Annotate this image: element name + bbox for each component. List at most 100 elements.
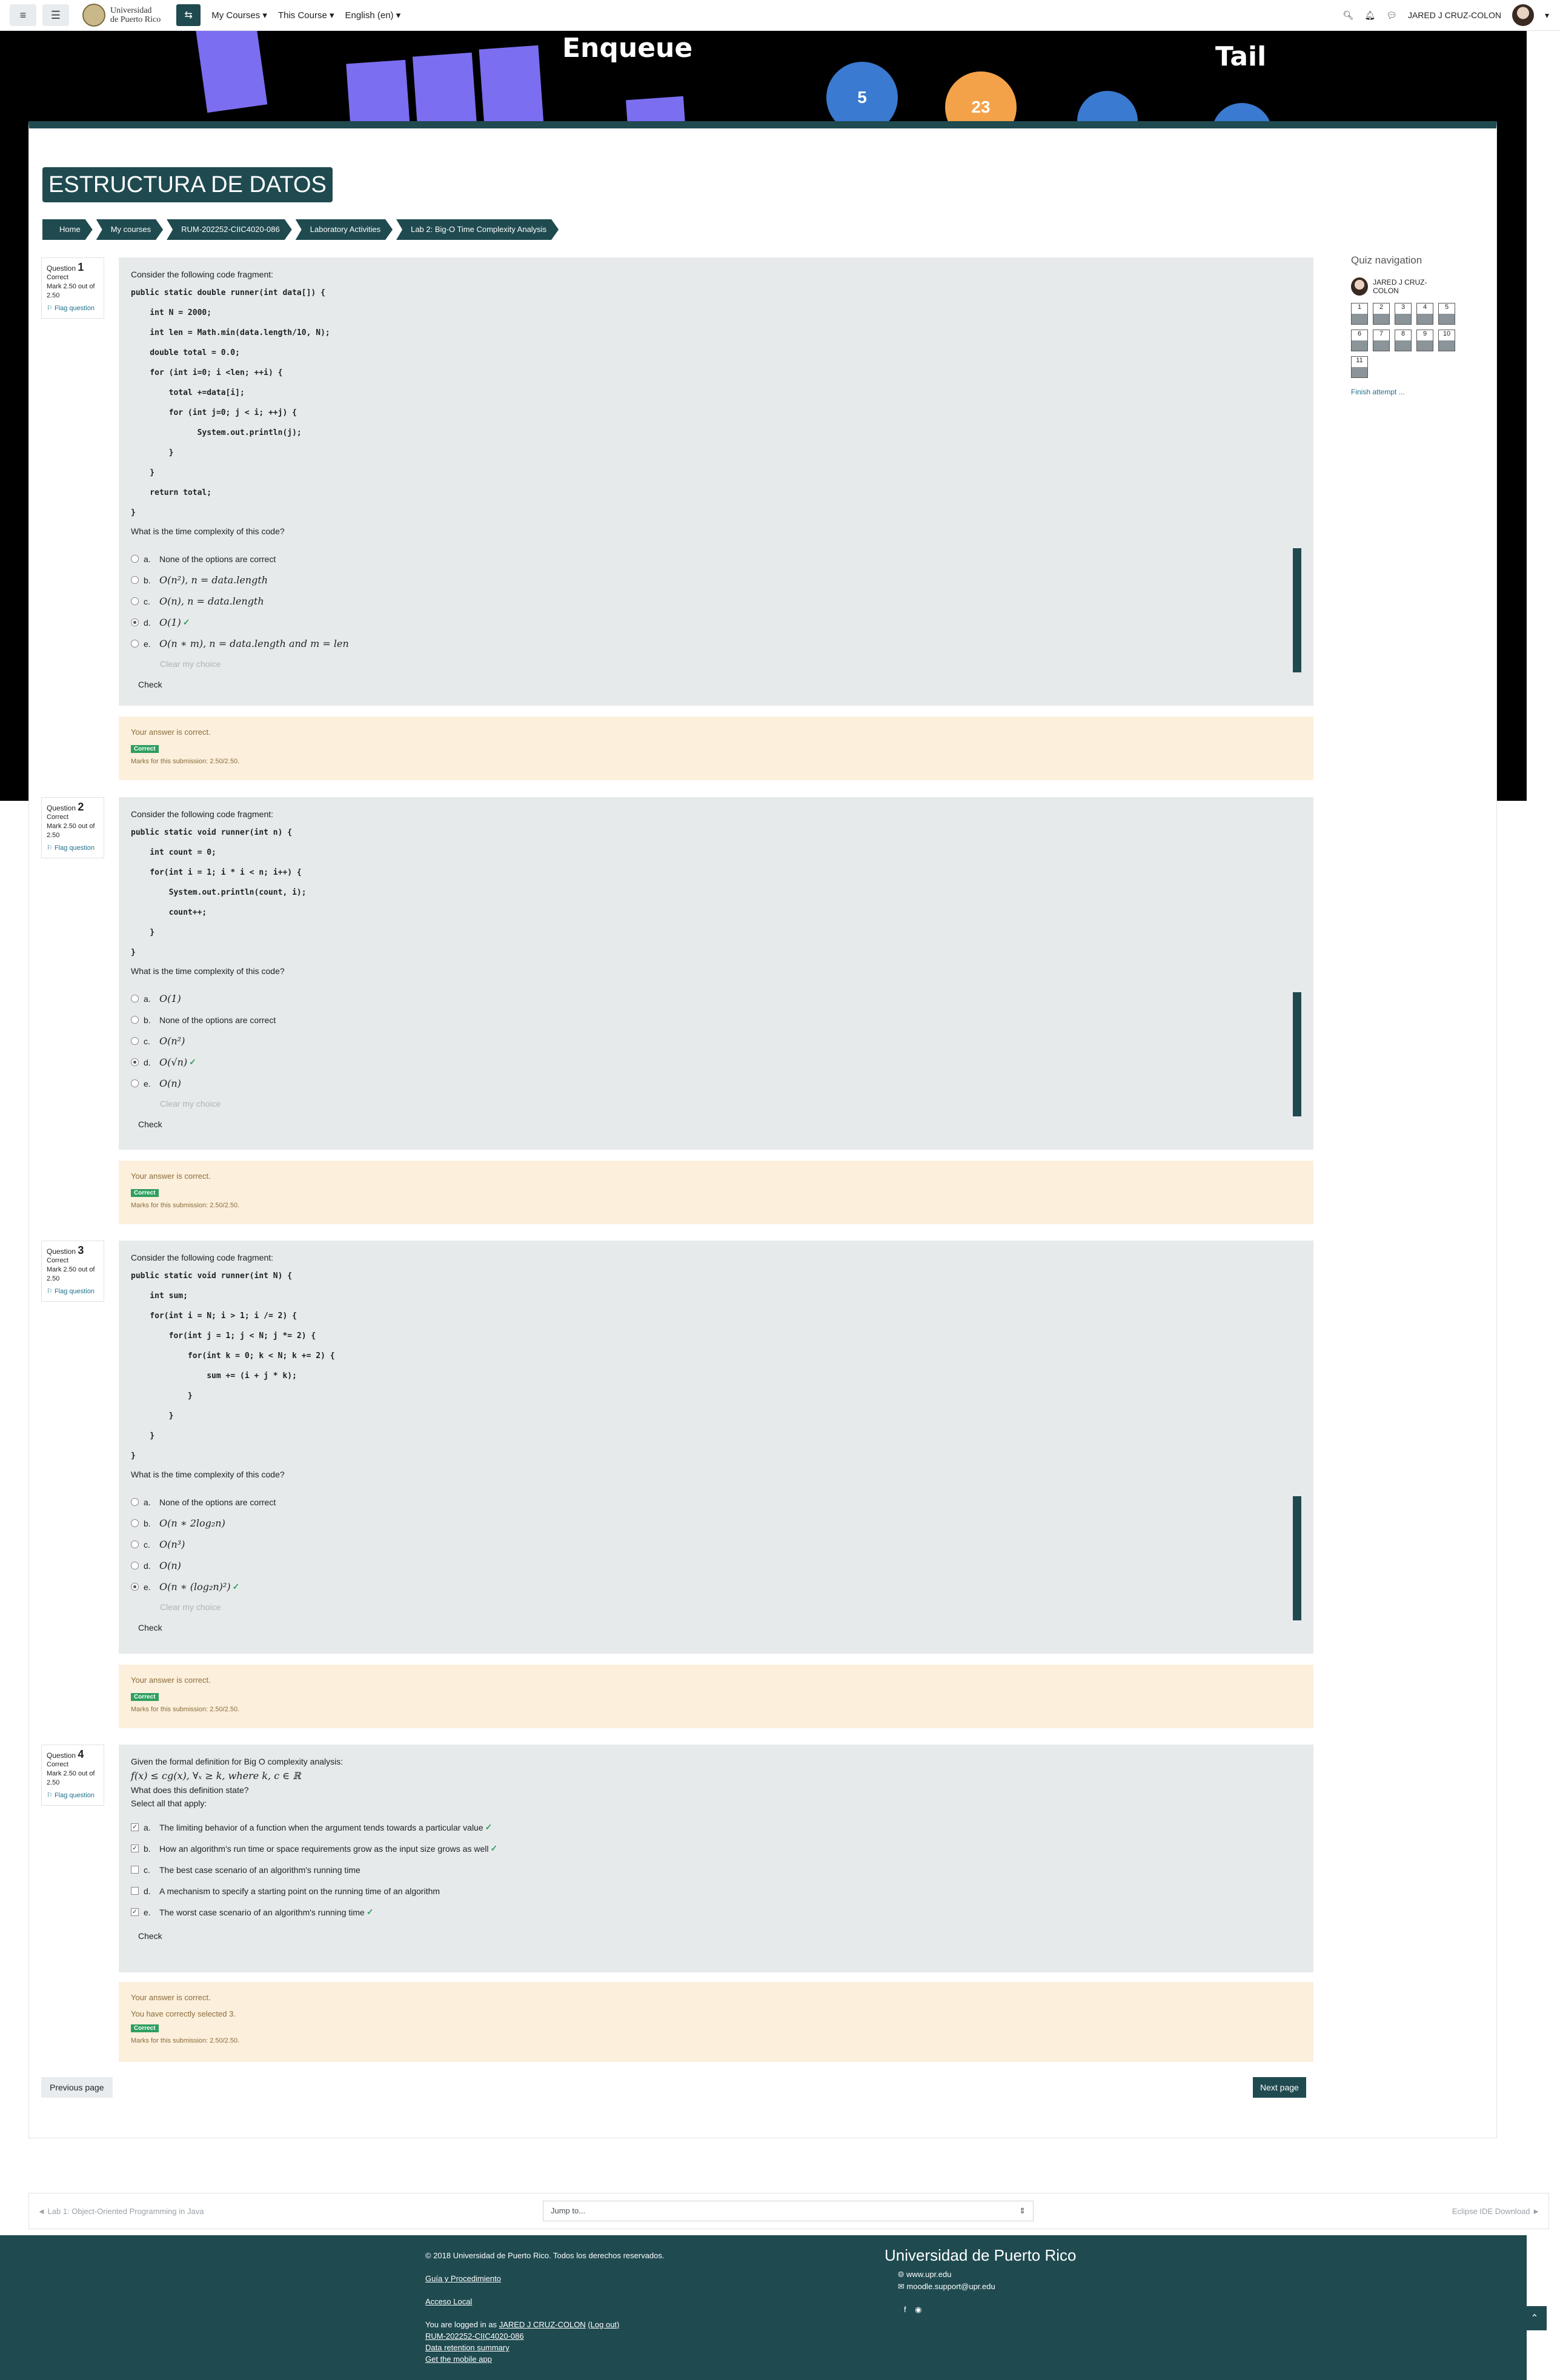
answer-option[interactable]: b. O(n ∗ 2log₂n) [131,1513,1301,1534]
guia-link[interactable]: Guía y Procedimiento [425,2274,501,2283]
answer-option[interactable]: d. O(1) ✓ [131,612,1301,633]
drawer-toggle-icon[interactable]: ⇆ [176,4,201,26]
scrollbar[interactable] [1293,548,1301,672]
course-link[interactable]: RUM-202252-CIIC4020-086 [425,2332,524,2341]
facebook-icon[interactable]: f [904,2305,906,2314]
flag-question[interactable]: ⚐ Flag question [47,1791,99,1800]
chat-icon[interactable]: 💬︎ [1386,10,1397,21]
answer-option[interactable]: b. O(n²), n = data.length [131,569,1301,591]
globe-icon[interactable]: ◉ [915,2305,921,2314]
check-button[interactable]: Check [138,1623,1301,1633]
question-nav-button[interactable]: 4 [1416,303,1433,325]
breadcrumb-home[interactable]: Home [42,219,93,240]
data-retention-link[interactable]: Data retention summary [425,2343,509,2352]
answer-option[interactable]: d. O(n) [131,1555,1301,1576]
user-name[interactable]: JARED J CRUZ-COLON [1408,10,1501,20]
answer-option[interactable]: ✓ e. The worst case scenario of an algorit… [131,1901,1301,1923]
question-nav-button[interactable]: 6 [1351,330,1368,351]
radio-button-selected[interactable] [131,1058,139,1066]
question-nav-button[interactable]: 7 [1373,330,1390,351]
radio-button[interactable] [131,1519,139,1527]
menu-icon[interactable]: ≡ [10,4,36,26]
clear-choice-link[interactable]: Clear my choice [160,1597,1301,1617]
answer-option[interactable]: e. O(n ∗ (log₂n)²) ✓ [131,1576,1301,1597]
radio-button[interactable] [131,1540,139,1548]
checkbox-checked[interactable]: ✓ [131,1908,139,1916]
question-nav-button[interactable]: 10 [1438,330,1455,351]
scrollbar[interactable] [1293,1496,1301,1620]
radio-button[interactable] [131,995,139,1003]
question-nav-button[interactable]: 9 [1416,330,1433,351]
answer-option[interactable]: c. O(n), n = data.length [131,591,1301,612]
answer-option[interactable]: c. The best case scenario of an algorithm… [131,1859,1301,1880]
site-logo[interactable]: Universidad de Puerto Rico [82,4,161,27]
radio-button[interactable] [131,1562,139,1570]
answer-option[interactable]: ✓ a. The limiting behavior of a function w… [131,1817,1301,1838]
question-nav-button[interactable]: 8 [1395,330,1412,351]
answer-option[interactable]: b. None of the options are correct [131,1009,1301,1030]
support-email-link[interactable]: moodle.support@upr.edu [907,2282,995,2291]
user-profile-link[interactable]: JARED J CRUZ-COLON [499,2320,586,2329]
checkbox-checked[interactable]: ✓ [131,1845,139,1852]
this-course-menu[interactable]: This Course ▾ [278,10,334,21]
radio-button[interactable] [131,1079,139,1087]
answer-option[interactable]: a. O(1) [131,988,1301,1009]
next-page-button[interactable]: Next page [1253,2077,1306,2098]
flag-question[interactable]: ⚐ Flag question [47,844,99,853]
answer-option[interactable]: a. None of the options are correct [131,548,1301,569]
answer-option[interactable]: a. None of the options are correct [131,1491,1301,1513]
scrollbar[interactable] [1293,992,1301,1116]
answer-option[interactable]: d. O(√n) ✓ [131,1052,1301,1073]
logout-link[interactable]: (Log out) [588,2320,619,2329]
bell-icon[interactable]: 🔔︎ [1364,10,1375,21]
radio-button[interactable] [131,1037,139,1045]
chevron-down-icon[interactable]: ▾ [1545,10,1549,21]
question-nav-button[interactable]: 2 [1373,303,1390,325]
answer-option[interactable]: c. O(n²) [131,1030,1301,1052]
checkbox[interactable] [131,1866,139,1874]
breadcrumb-course[interactable]: RUM-202252-CIIC4020-086 [167,219,292,240]
next-activity-link[interactable]: Eclipse IDE Download ► [1452,2207,1540,2216]
breadcrumb-section[interactable]: Laboratory Activities [296,219,393,240]
check-button[interactable]: Check [138,680,1301,689]
radio-button[interactable] [131,640,139,648]
radio-button[interactable] [131,555,139,563]
answer-option[interactable]: e. O(n ∗ m), n = data.length and m = len [131,633,1301,654]
breadcrumb-quiz[interactable]: Lab 2: Big-O Time Complexity Analysis [396,219,559,240]
radio-button-selected[interactable] [131,618,139,626]
question-nav-button[interactable]: 11 [1351,356,1368,378]
flag-question[interactable]: ⚐ Flag question [47,1287,99,1296]
check-button[interactable]: Check [138,1119,1301,1129]
finish-attempt-link[interactable]: Finish attempt ... [1351,388,1448,396]
search-icon[interactable]: 🔍︎ [1343,10,1354,21]
question-nav-button[interactable]: 1 [1351,303,1368,325]
previous-activity-link[interactable]: ◄ Lab 1: Object-Oriented Programming in … [38,2207,204,2216]
answer-option[interactable]: c. O(n³) [131,1534,1301,1555]
sidebar-menu-icon[interactable]: ☰ [42,4,69,26]
avatar[interactable] [1512,4,1534,26]
flag-question[interactable]: ⚐ Flag question [47,304,99,313]
language-menu[interactable]: English (en) ▾ [345,10,401,21]
breadcrumb-my-courses[interactable]: My courses [96,219,163,240]
radio-button[interactable] [131,597,139,605]
my-courses-menu[interactable]: My Courses ▾ [211,10,267,21]
website-link[interactable]: www.upr.edu [906,2270,951,2279]
answer-option[interactable]: ✓ b. How an algorithm's run time or space … [131,1838,1301,1859]
answer-option[interactable]: e. O(n) [131,1073,1301,1094]
question-nav-button[interactable]: 3 [1395,303,1412,325]
radio-button[interactable] [131,1498,139,1506]
acceso-link[interactable]: Acceso Local [425,2297,472,2306]
checkbox-checked[interactable]: ✓ [131,1823,139,1831]
mobile-app-link[interactable]: Get the mobile app [425,2355,492,2364]
previous-page-button[interactable]: Previous page [41,2077,113,2098]
jump-to-select[interactable]: Jump to... ⇕ [543,2201,1034,2221]
checkbox[interactable] [131,1887,139,1895]
radio-button-selected[interactable] [131,1583,139,1591]
question-nav-button[interactable]: 5 [1438,303,1455,325]
back-to-top-icon[interactable]: ⌃ [1522,2306,1547,2330]
check-button[interactable]: Check [138,1931,1301,1941]
radio-button[interactable] [131,576,139,584]
radio-button[interactable] [131,1016,139,1024]
clear-choice-link[interactable]: Clear my choice [160,654,1301,674]
answer-option[interactable]: d. A mechanism to specify a starting poin… [131,1880,1301,1901]
